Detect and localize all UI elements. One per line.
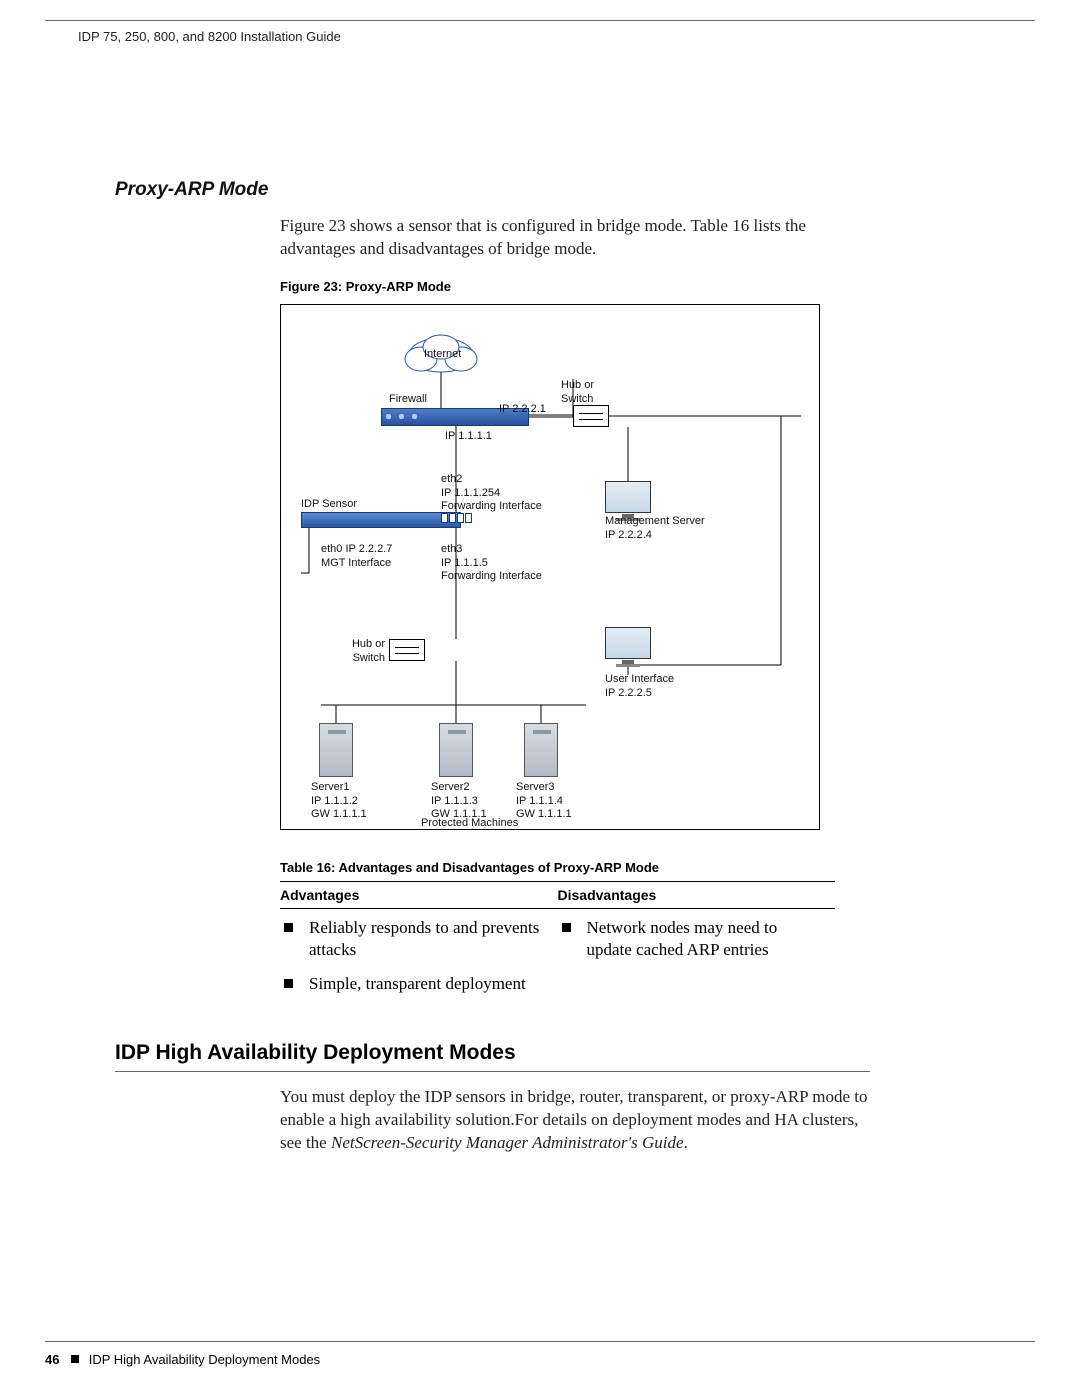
figure-proxy-arp: Internet Firewall IP 2.2.2.1 Hub or Swit… xyxy=(280,304,820,830)
label-s3: Server3 IP 1.1.1.4 GW 1.1.1.1 xyxy=(516,781,572,822)
page-header-text: IDP 75, 250, 800, and 8200 Installation … xyxy=(45,21,1035,44)
figure-caption: Figure 23: Proxy-ARP Mode xyxy=(280,279,870,294)
hub-switch-bottom xyxy=(389,639,425,661)
label-hub-bottom: Hub or Switch xyxy=(341,638,385,666)
label-mgmt: Management Server IP 2.2.2.4 xyxy=(605,515,705,543)
label-firewall: Firewall xyxy=(389,393,427,407)
server3 xyxy=(524,723,558,777)
label-ip-in: IP 1.1.1.1 xyxy=(445,430,492,444)
label-eth2: eth2 IP 1.1.1.254 Forwarding Interface xyxy=(441,473,542,514)
th-advantages: Advantages xyxy=(280,881,558,908)
dis-item-1: Network nodes may need to update cached … xyxy=(558,917,826,961)
server1 xyxy=(319,723,353,777)
page-number: 46 xyxy=(45,1352,59,1367)
section-heading-ha: IDP High Availability Deployment Modes xyxy=(115,1041,870,1072)
label-ui: User Interface IP 2.2.2.5 xyxy=(605,673,674,701)
label-internet: Internet xyxy=(424,348,461,362)
advantages-table: Advantages Disadvantages Reliably respon… xyxy=(280,881,835,1015)
ha-paragraph: You must deploy the IDP sensors in bridg… xyxy=(280,1086,870,1155)
label-idp: IDP Sensor xyxy=(301,498,357,512)
footer-label: IDP High Availability Deployment Modes xyxy=(89,1352,320,1367)
idp-ports xyxy=(441,513,483,527)
section-heading-proxy-arp: Proxy-ARP Mode xyxy=(115,179,870,201)
label-s1: Server1 IP 1.1.1.2 GW 1.1.1.1 xyxy=(311,781,367,822)
label-ip-out: IP 2.2.2.1 xyxy=(499,403,546,417)
label-eth3: eth3 IP 1.1.1.5 Forwarding Interface xyxy=(441,543,542,584)
footer-bullet-icon xyxy=(71,1355,79,1363)
adv-item-2: Simple, transparent deployment xyxy=(280,973,548,995)
table-caption: Table 16: Advantages and Disadvantages o… xyxy=(280,860,870,875)
adv-item-1: Reliably responds to and prevents attack… xyxy=(280,917,548,961)
page-footer: 46 IDP High Availability Deployment Mode… xyxy=(45,1341,1035,1367)
user-interface xyxy=(605,627,651,669)
hub-switch-right xyxy=(573,405,609,427)
th-disadvantages: Disadvantages xyxy=(558,881,836,908)
server2 xyxy=(439,723,473,777)
label-hub-right: Hub or Switch xyxy=(561,379,594,407)
intro-paragraph: Figure 23 shows a sensor that is configu… xyxy=(280,215,870,261)
label-protected: Protected Machines xyxy=(421,817,518,831)
label-eth0: eth0 IP 2.2.2.7 MGT Interface xyxy=(321,543,392,571)
idp-sensor-device xyxy=(301,512,461,528)
